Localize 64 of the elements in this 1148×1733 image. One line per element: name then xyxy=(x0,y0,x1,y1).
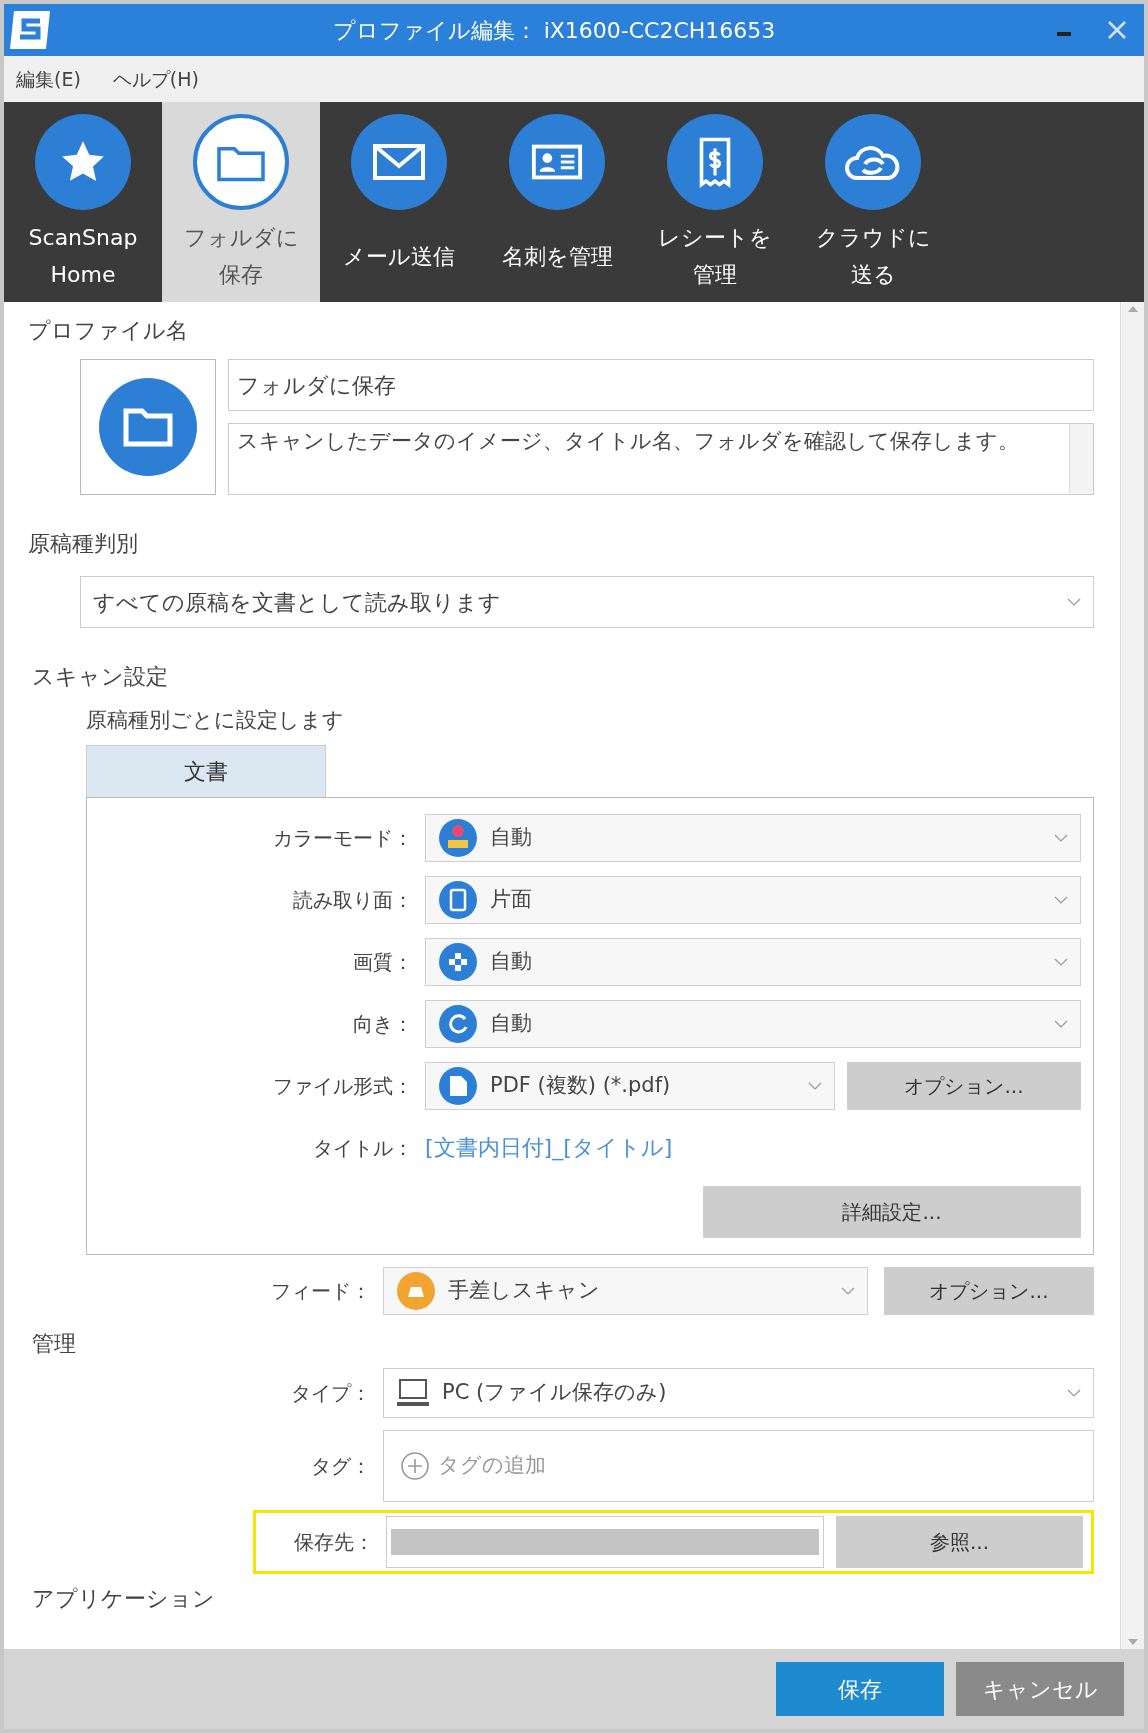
tab[interactable]: 文書 xyxy=(86,744,326,797)
setting-label: 画質： xyxy=(352,948,414,976)
chevron-down-icon xyxy=(1054,1019,1068,1028)
chevron-down-icon xyxy=(1054,957,1068,966)
browse-button[interactable]: 参照... xyxy=(836,1515,1083,1568)
section-heading: アプリケーション xyxy=(32,1584,216,1613)
window-title: プロファイル編集： iX1600-CC2CH16653 xyxy=(331,16,777,45)
scroll-down-icon[interactable] xyxy=(1127,1639,1138,1645)
plus-circle-icon xyxy=(400,1450,430,1481)
setting-label: タイトル： xyxy=(312,1134,414,1162)
section-heading: 原稿種判別 xyxy=(28,530,139,558)
setting-label: タイプ： xyxy=(290,1379,372,1407)
menu-item[interactable]: 編集(E) xyxy=(16,64,81,94)
feed-dropdown[interactable]: 手差しスキャン xyxy=(383,1266,868,1315)
toolbar-button[interactable]: ScanSnap Home xyxy=(4,102,162,302)
toolbar-button[interactable]: クラウドに 送る xyxy=(794,102,952,302)
toolbar-button[interactable]: 名刺を管理 xyxy=(478,102,636,302)
setting-dropdown[interactable]: 自動 xyxy=(425,999,1081,1048)
menu-item[interactable]: ヘルプ(H) xyxy=(112,64,199,94)
rotate-icon xyxy=(438,1003,478,1044)
setting-dropdown[interactable]: PDF (複数) (*.pdf) xyxy=(425,1061,835,1110)
chevron-down-icon xyxy=(1054,833,1068,842)
scrollbar[interactable] xyxy=(1120,302,1144,1649)
folder-icon xyxy=(98,377,198,477)
id-card-icon xyxy=(530,142,584,182)
chevron-down-icon xyxy=(1054,895,1068,904)
computer-icon xyxy=(396,1377,430,1408)
chevron-down-icon xyxy=(1067,1388,1081,1397)
setting-dropdown[interactable]: 片面 xyxy=(425,875,1081,924)
section-heading: スキャン設定 xyxy=(32,663,169,691)
scroll-up-icon[interactable] xyxy=(1127,306,1138,312)
options-button[interactable]: オプション... xyxy=(884,1266,1094,1315)
envelope-icon xyxy=(371,142,427,182)
section-heading: プロファイル名 xyxy=(28,317,189,345)
destination-field[interactable] xyxy=(386,1515,824,1568)
chevron-down-icon xyxy=(1067,598,1081,606)
profile-name-field[interactable]: フォルダに保存 xyxy=(228,359,1094,411)
setting-label: ファイル形式： xyxy=(272,1072,414,1100)
hand-feed-icon xyxy=(396,1270,436,1311)
setting-dropdown[interactable]: 自動 xyxy=(425,937,1081,986)
chevron-down-icon xyxy=(808,1081,822,1090)
options-button[interactable]: オプション... xyxy=(847,1061,1081,1110)
toolbar-button[interactable]: フォルダに 保存 xyxy=(162,102,320,302)
setting-label: 読み取り面： xyxy=(292,886,414,914)
pdf-icon xyxy=(438,1065,478,1106)
chevron-down-icon xyxy=(841,1286,855,1295)
checker-icon xyxy=(438,941,478,982)
setting-label: タグ： xyxy=(310,1452,372,1480)
close-icon[interactable] xyxy=(1106,19,1128,41)
setting-label: 保存先： xyxy=(293,1528,374,1556)
type-dropdown[interactable]: PC (ファイル保存のみ) xyxy=(383,1367,1094,1418)
toolbar-button[interactable]: レシートを 管理 xyxy=(636,102,794,302)
color-mode-icon xyxy=(438,817,478,858)
save-button[interactable]: 保存 xyxy=(776,1662,944,1716)
setting-dropdown[interactable]: 自動 xyxy=(425,813,1081,862)
page-icon xyxy=(438,879,478,920)
document-type-dropdown[interactable]: すべての原稿を文書として読み取ります xyxy=(80,576,1094,628)
setting-label: 向き： xyxy=(352,1010,414,1038)
section-heading: 管理 xyxy=(32,1329,77,1358)
advanced-settings-button[interactable]: 詳細設定... xyxy=(703,1185,1081,1238)
setting-label: カラーモード： xyxy=(272,824,414,852)
toolbar-button[interactable]: メール送信 xyxy=(320,102,478,302)
setting-label: フィード： xyxy=(270,1277,372,1305)
section-note: 原稿種別ごとに設定します xyxy=(86,707,345,734)
